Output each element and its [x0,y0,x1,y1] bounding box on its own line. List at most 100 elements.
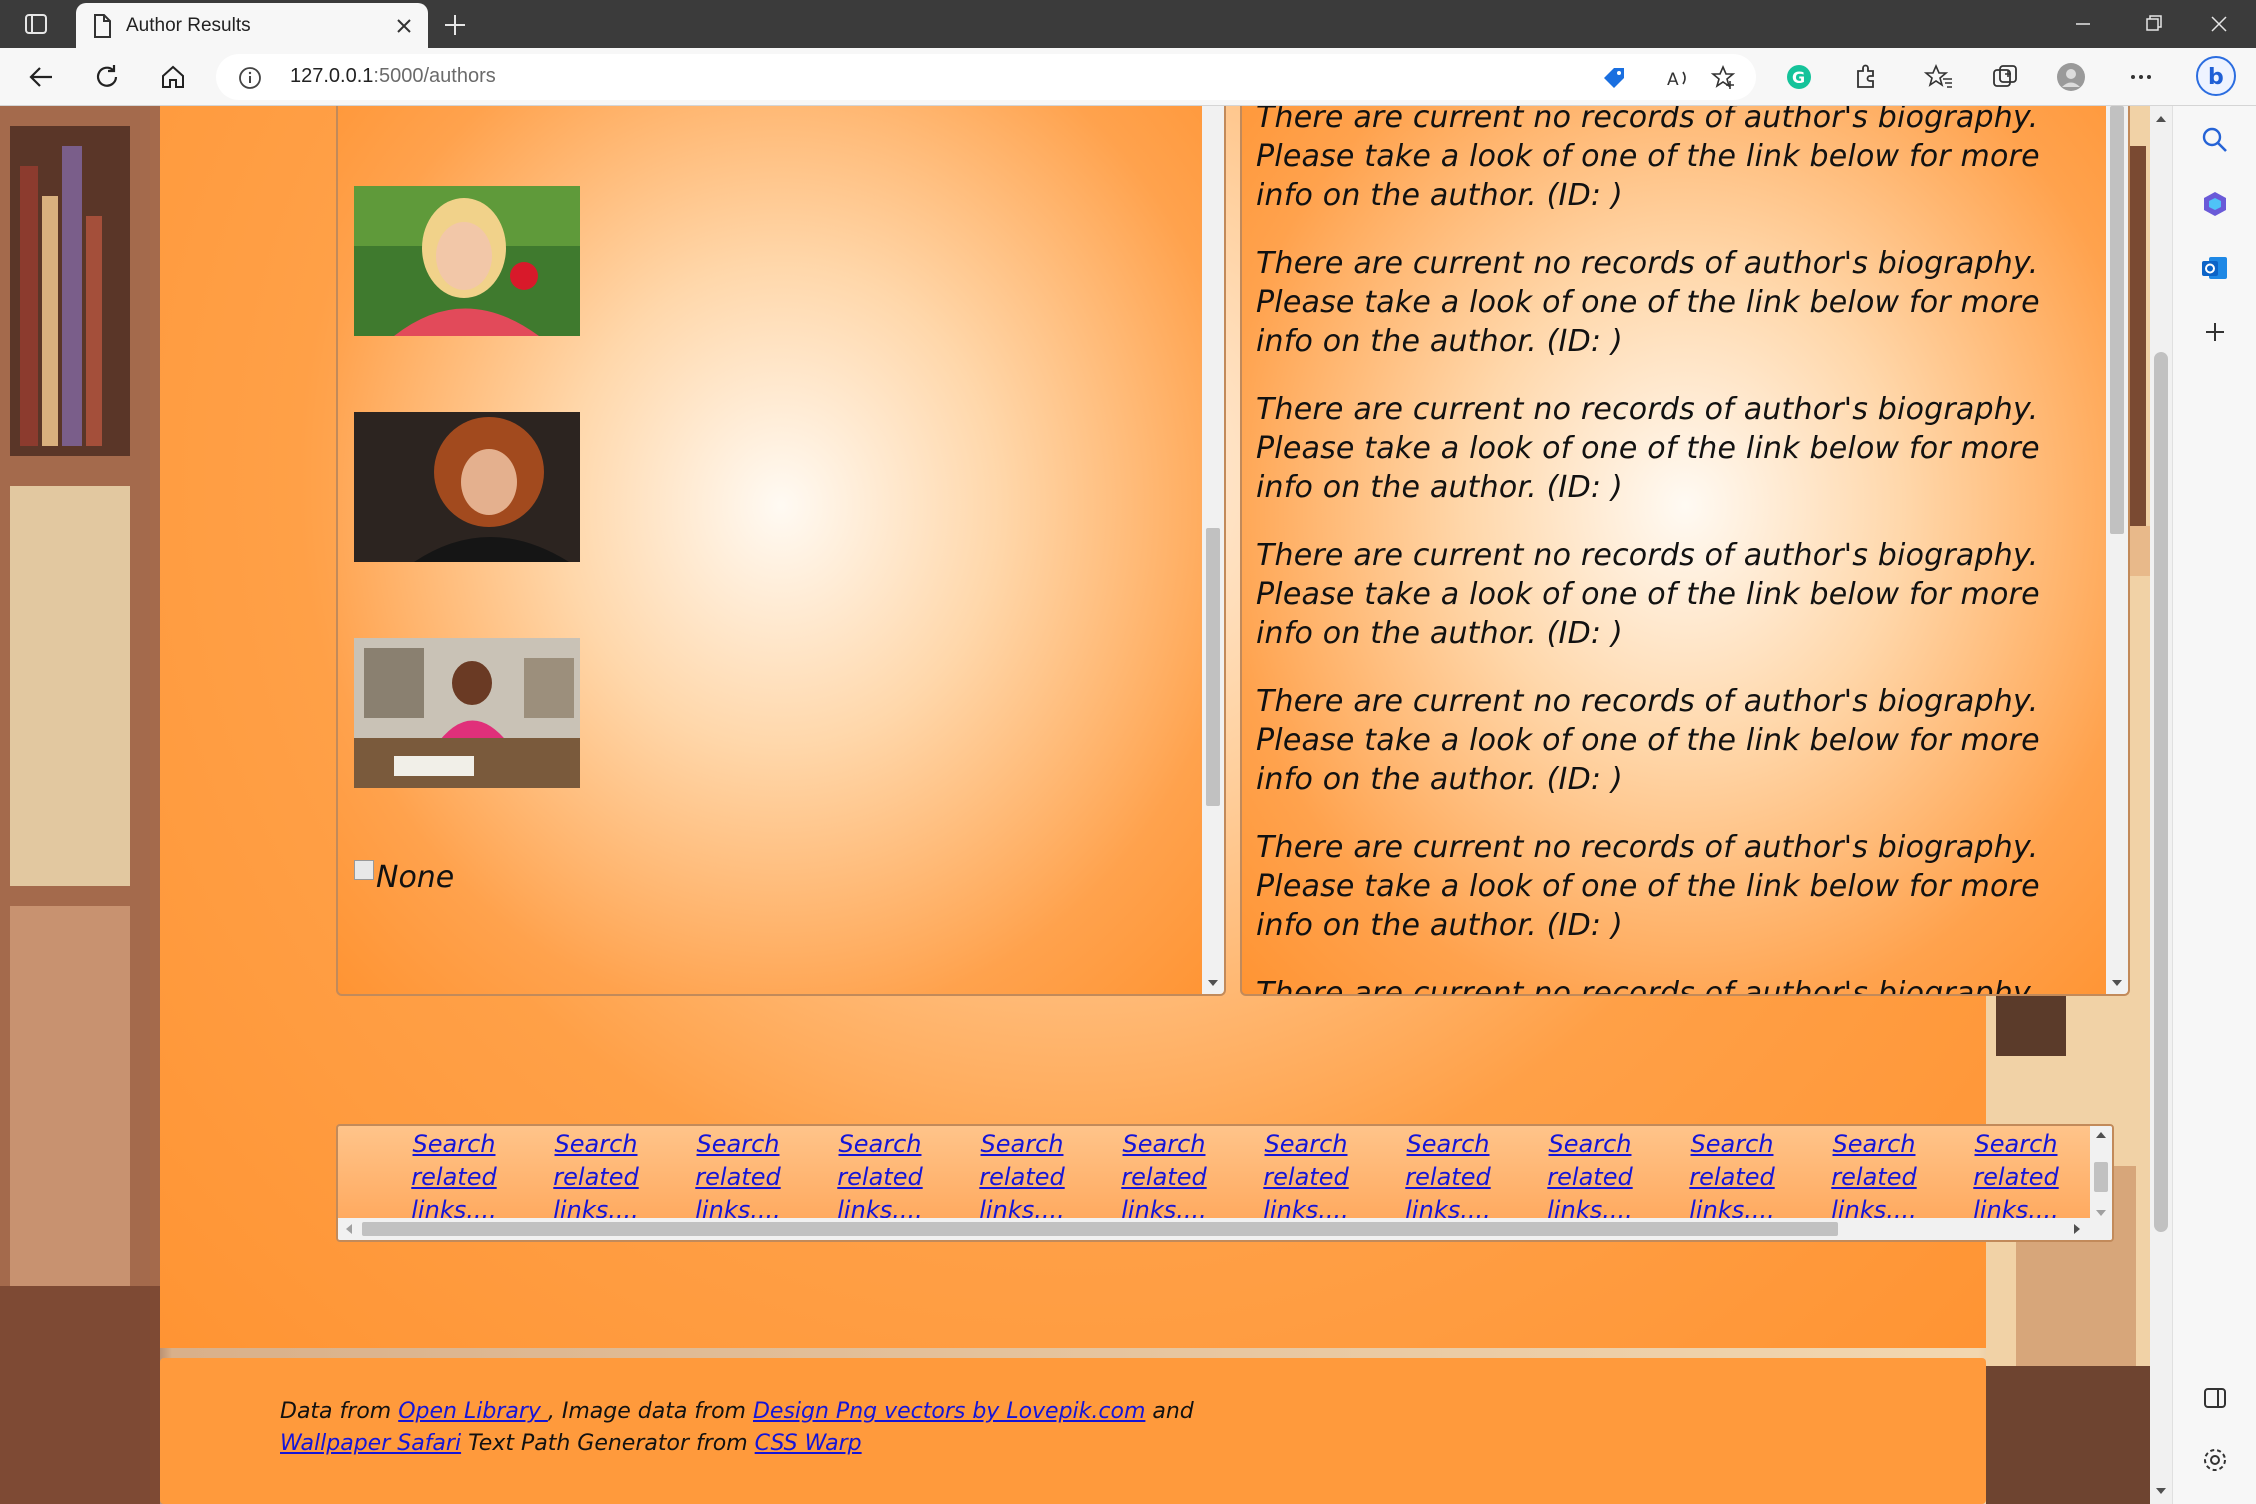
add-sidebar-app-icon[interactable] [2199,316,2231,348]
page-scroll-thumb[interactable] [2154,352,2168,1232]
related-links-strip[interactable]: Search related links.... Search related … [336,1124,2114,1242]
bio-item: There are current no records of author's… [1256,106,2040,213]
site-info-icon[interactable] [238,66,262,90]
related-link[interactable]: Search related links.... [688,1128,788,1227]
bio-item: There are current no records of author's… [1256,246,2040,359]
url-host: 127.0.0.1 [290,65,374,87]
collections-icon[interactable] [1990,62,2020,92]
bio-item: There are current no records of author's… [1256,392,2040,505]
tab-author-results[interactable]: Author Results [76,3,428,48]
url-path: :5000/authors [373,65,496,87]
broken-image-icon [354,860,374,880]
main-content-panel: None There are current no records of aut… [160,106,2130,1348]
portrait-image [354,638,580,788]
profile-avatar-icon[interactable] [2056,62,2086,92]
author-bios-box[interactable]: There are current no records of author's… [1240,106,2130,996]
bio-list: There are current no records of author's… [1256,106,2096,996]
author-photo-1 [354,186,580,336]
close-window-icon[interactable] [2206,12,2232,36]
url-text[interactable]: 127.0.0.1:5000/authors [290,65,496,88]
scroll-down-arrow-icon[interactable] [2111,978,2123,988]
svg-text:b: b [2208,65,2224,90]
page-scrollbar[interactable] [2150,106,2172,1504]
footer-prefix: Data from [280,1399,399,1424]
lovepik-link[interactable]: Design Png vectors by Lovepik.com [753,1399,1145,1424]
more-menu-icon[interactable] [2126,62,2156,92]
related-link[interactable]: Search related links.... [1256,1128,1356,1227]
split-screen-icon[interactable] [2199,1382,2231,1414]
favorites-icon[interactable] [1924,62,1954,92]
tab-title: Author Results [126,15,251,36]
footer-image-data: , Image data from [547,1399,753,1424]
new-tab-icon[interactable] [442,12,468,38]
back-icon[interactable] [26,62,56,92]
portrait-image [354,186,580,336]
bio-item: There are current no records of author's… [1256,976,2039,996]
portrait-image [354,412,580,562]
related-link[interactable]: Search related links.... [830,1128,930,1227]
scroll-right-arrow-icon[interactable] [2072,1223,2082,1235]
page-footer: Data from Open Library , Image data from… [160,1358,1986,1504]
photos-scroll-thumb[interactable] [1206,528,1220,806]
restore-icon[interactable] [2140,12,2166,36]
bio-item: There are current no records of author's… [1256,684,2040,797]
related-link[interactable]: Search related links.... [1966,1128,2066,1227]
bios-scrollbar[interactable] [2106,106,2128,994]
shopping-tag-icon[interactable] [1600,64,1628,92]
scroll-down-arrow-icon[interactable] [2155,1486,2167,1496]
footer-credits: Data from Open Library , Image data from… [280,1396,1880,1460]
svg-text:G: G [1792,68,1805,87]
bio-item: There are current no records of author's… [1256,538,2040,651]
settings-gear-icon[interactable] [2199,1444,2231,1476]
scroll-down-arrow-icon[interactable] [2095,1208,2107,1218]
related-link[interactable]: Search related links.... [404,1128,504,1227]
refresh-icon[interactable] [92,62,122,92]
related-link[interactable]: Search related links.... [1682,1128,1782,1227]
library-background-left [0,106,160,1504]
grammarly-icon[interactable]: G [1784,62,1814,92]
author-photo-2 [354,412,580,562]
address-bar[interactable]: 127.0.0.1:5000/authors A [216,54,1756,100]
outlook-icon[interactable] [2199,252,2231,284]
photos-scrollbar[interactable] [1202,106,1224,994]
page-viewport: None There are current no records of aut… [0,106,2150,1504]
read-aloud-icon[interactable]: A [1664,64,1692,92]
author-photo-3 [354,638,580,788]
add-favorite-icon[interactable] [1710,64,1738,92]
open-library-link[interactable]: Open Library [398,1399,548,1424]
home-icon[interactable] [158,62,188,92]
related-link[interactable]: Search related links.... [1114,1128,1214,1227]
extensions-icon[interactable] [1850,62,1880,92]
author-photos-box[interactable]: None [336,106,1226,996]
related-link[interactable]: Search related links.... [546,1128,646,1227]
footer-text-path: Text Path Generator from [461,1431,755,1456]
bing-chat-icon[interactable]: b [2196,56,2236,96]
links-vertical-scrollbar[interactable] [2090,1126,2112,1222]
missing-image-alt: None [376,860,455,895]
related-link[interactable]: Search related links.... [1398,1128,1498,1227]
bio-item: There are current no records of author's… [1256,830,2040,943]
edge-sidebar [2172,106,2256,1504]
css-warp-link[interactable]: CSS Warp [755,1431,862,1456]
sidebar-toggle-icon[interactable] [20,12,52,36]
scroll-down-arrow-icon[interactable] [1207,978,1219,988]
copilot-shape-icon[interactable] [2199,188,2231,220]
browser-toolbar: 127.0.0.1:5000/authors A G b [0,48,2256,106]
bios-scroll-thumb[interactable] [2110,106,2124,534]
links-hscroll-thumb[interactable] [362,1222,1838,1236]
wallpaper-safari-link[interactable]: Wallpaper Safari [280,1431,461,1456]
minimize-icon[interactable] [2070,12,2096,36]
scroll-left-arrow-icon[interactable] [344,1223,354,1235]
scroll-up-arrow-icon[interactable] [2095,1130,2107,1140]
related-link[interactable]: Search related links.... [972,1128,1072,1227]
links-horizontal-scrollbar[interactable] [338,1218,2112,1240]
links-vscroll-thumb[interactable] [2094,1162,2108,1192]
svg-text:A: A [1667,70,1679,90]
missing-author-image: None [354,860,454,895]
search-icon[interactable] [2199,124,2231,156]
footer-and: and [1145,1399,1194,1424]
related-link[interactable]: Search related links.... [1540,1128,1640,1227]
scroll-up-arrow-icon[interactable] [2155,114,2167,124]
close-tab-icon[interactable] [394,16,414,36]
related-link[interactable]: Search related links.... [1824,1128,1924,1227]
